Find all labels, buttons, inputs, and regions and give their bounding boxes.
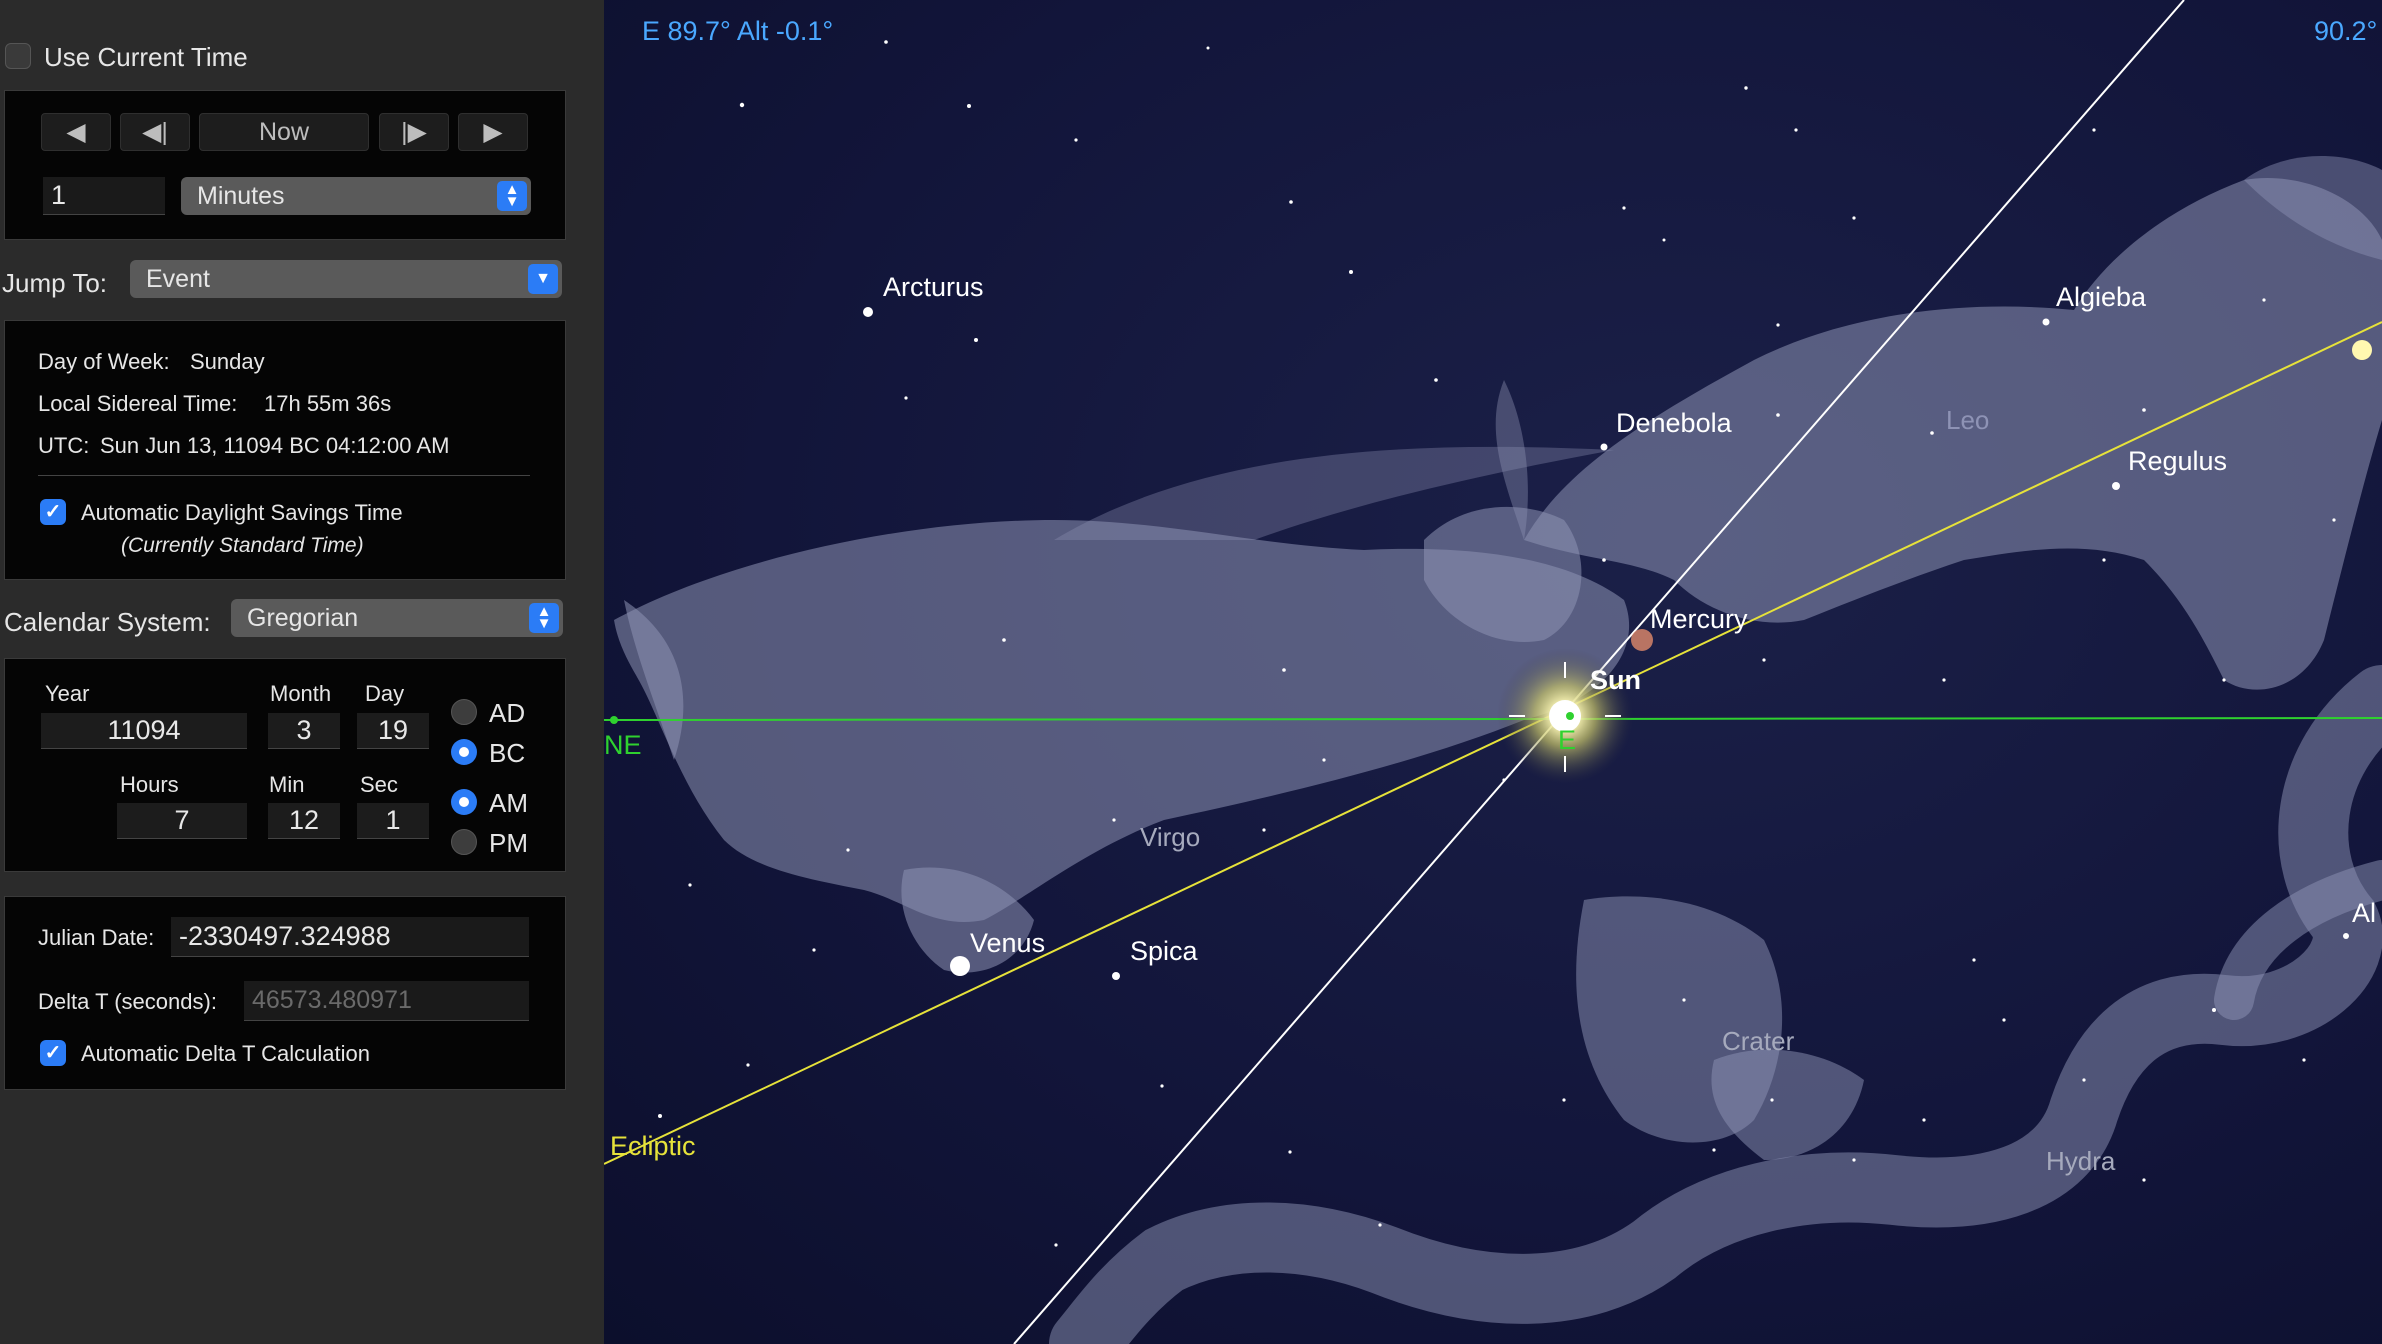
utc-value: Sun Jun 13, 11094 BC 04:12:00 AM — [100, 433, 450, 458]
step-unit-value: Minutes — [197, 181, 285, 210]
horizon-marker — [610, 716, 618, 724]
ad-radio[interactable] — [451, 699, 477, 725]
julian-date-input[interactable]: -2330497.324988 — [171, 917, 529, 957]
east-cardinal-label: E — [1558, 725, 1577, 755]
divider — [38, 475, 530, 476]
now-button[interactable]: Now — [199, 113, 369, 151]
step-unit-select[interactable]: Minutes ▲ ▼ — [181, 177, 531, 215]
step-back-icon[interactable]: ◀| — [120, 113, 190, 151]
chevron-down-icon: ▼ — [528, 264, 558, 294]
venus-planet[interactable] — [950, 956, 970, 976]
dst-label: Automatic Daylight Savings Time — [81, 500, 403, 525]
delta-t-label: Delta T (seconds): — [38, 989, 217, 1014]
time-info-box: Day of Week: Sunday Local Sidereal Time:… — [4, 320, 566, 580]
al-label: Al — [2352, 898, 2377, 928]
auto-delta-t-checkbox[interactable]: ✓ — [40, 1040, 66, 1066]
hours-field[interactable]: 7 — [117, 803, 247, 839]
jump-to-label: Jump To: — [2, 268, 108, 298]
sec-field[interactable]: 1 — [357, 803, 429, 839]
denebola-label: Denebola — [1616, 408, 1732, 438]
min-label: Min — [269, 772, 305, 797]
position-readout: E 89.7° Alt -0.1° — [642, 16, 834, 46]
day-of-week-value: Sunday — [190, 349, 265, 374]
calendar-system-value: Gregorian — [247, 603, 359, 632]
auto-delta-t-label: Automatic Delta T Calculation — [81, 1041, 370, 1066]
virgo-label: Virgo — [1140, 822, 1201, 852]
use-current-time-checkbox[interactable] — [5, 43, 31, 69]
triangle-left-icon[interactable]: ◀ — [41, 113, 111, 151]
denebola-star[interactable] — [1600, 443, 1608, 451]
mercury-label: Mercury — [1650, 604, 1748, 634]
step-value-input[interactable]: 1 — [43, 177, 165, 215]
bc-label: BC — [489, 738, 526, 768]
jump-to-value: Event — [146, 264, 210, 293]
day-field[interactable]: 19 — [357, 713, 429, 749]
up-down-chevron-icon: ▲ ▼ — [529, 603, 559, 633]
venus-label: Venus — [970, 928, 1046, 958]
bc-radio[interactable] — [451, 739, 477, 765]
sun-label: Sun — [1590, 665, 1641, 695]
northeast-cardinal-label: NE — [604, 730, 642, 760]
position-readout-right: 90.2° — [2314, 16, 2378, 46]
regulus-label: Regulus — [2128, 446, 2228, 476]
date-entry-box: Year 11094 Month 3 Day 19 Hours 7 Min 12… — [4, 658, 566, 872]
hours-label: Hours — [120, 772, 179, 797]
regulus-star[interactable] — [2112, 482, 2120, 490]
sec-label: Sec — [360, 772, 398, 797]
am-radio[interactable] — [451, 789, 477, 815]
spica-star[interactable] — [1112, 972, 1120, 980]
triangle-right-icon[interactable]: ▶ — [458, 113, 528, 151]
hydra-label: Hydra — [2046, 1146, 2116, 1176]
time-panel: Use Current Time ◀ ◀| Now |▶ ▶ 1 Minutes… — [0, 0, 604, 1344]
algieba-label: Algieba — [2056, 282, 2147, 312]
arcturus-label: Arcturus — [883, 272, 984, 302]
pm-radio[interactable] — [451, 829, 477, 855]
east-point-marker — [1566, 712, 1574, 720]
ad-label: AD — [489, 698, 526, 728]
julian-date-box: Julian Date: -2330497.324988 Delta T (se… — [4, 896, 566, 1090]
spica-label: Spica — [1130, 936, 1198, 966]
sky-view[interactable]: E 89.7° Alt -0.1° 90.2° Arcturus Denebol… — [604, 0, 2382, 1344]
year-label: Year — [45, 681, 90, 706]
use-current-time-label: Use Current Time — [44, 42, 248, 72]
crater-art — [1576, 896, 1864, 1160]
dst-checkbox[interactable]: ✓ — [40, 499, 66, 525]
dst-status: (Currently Standard Time) — [121, 534, 364, 557]
virgo-art — [614, 446, 1630, 973]
julian-date-label: Julian Date: — [38, 925, 155, 950]
day-label: Day — [365, 681, 405, 706]
leo-label: Leo — [1946, 405, 1990, 435]
stellarium-window: Use Current Time ◀ ◀| Now |▶ ▶ 1 Minutes… — [0, 0, 2382, 1344]
jump-to-select[interactable]: Event ▼ — [130, 260, 562, 298]
bright-object[interactable] — [2352, 340, 2372, 360]
arcturus-star[interactable] — [863, 307, 873, 317]
am-label: AM — [489, 788, 528, 818]
utc-label: UTC: — [38, 433, 90, 458]
step-forward-icon[interactable]: |▶ — [379, 113, 449, 151]
month-field[interactable]: 3 — [268, 713, 340, 749]
sky-canvas — [604, 0, 2382, 1344]
up-down-chevron-icon: ▲ ▼ — [497, 181, 527, 211]
sidereal-time-value: 17h 55m 36s — [264, 391, 392, 416]
ecliptic-label: Ecliptic — [610, 1131, 696, 1161]
algieba-star[interactable] — [2042, 318, 2050, 326]
time-nav-box: ◀ ◀| Now |▶ ▶ 1 Minutes ▲ ▼ — [4, 90, 566, 240]
al-star[interactable] — [2343, 933, 2349, 939]
year-field[interactable]: 11094 — [41, 713, 247, 749]
calendar-system-select[interactable]: Gregorian ▲ ▼ — [231, 599, 563, 637]
delta-t-input[interactable]: 46573.480971 — [244, 981, 529, 1021]
day-of-week-label: Day of Week: — [38, 349, 170, 374]
min-field[interactable]: 12 — [268, 803, 340, 839]
calendar-system-label: Calendar System: — [4, 607, 211, 637]
sidereal-time-label: Local Sidereal Time: — [38, 391, 238, 416]
pm-label: PM — [489, 828, 528, 858]
month-label: Month — [270, 681, 332, 706]
crater-label: Crater — [1722, 1026, 1795, 1056]
